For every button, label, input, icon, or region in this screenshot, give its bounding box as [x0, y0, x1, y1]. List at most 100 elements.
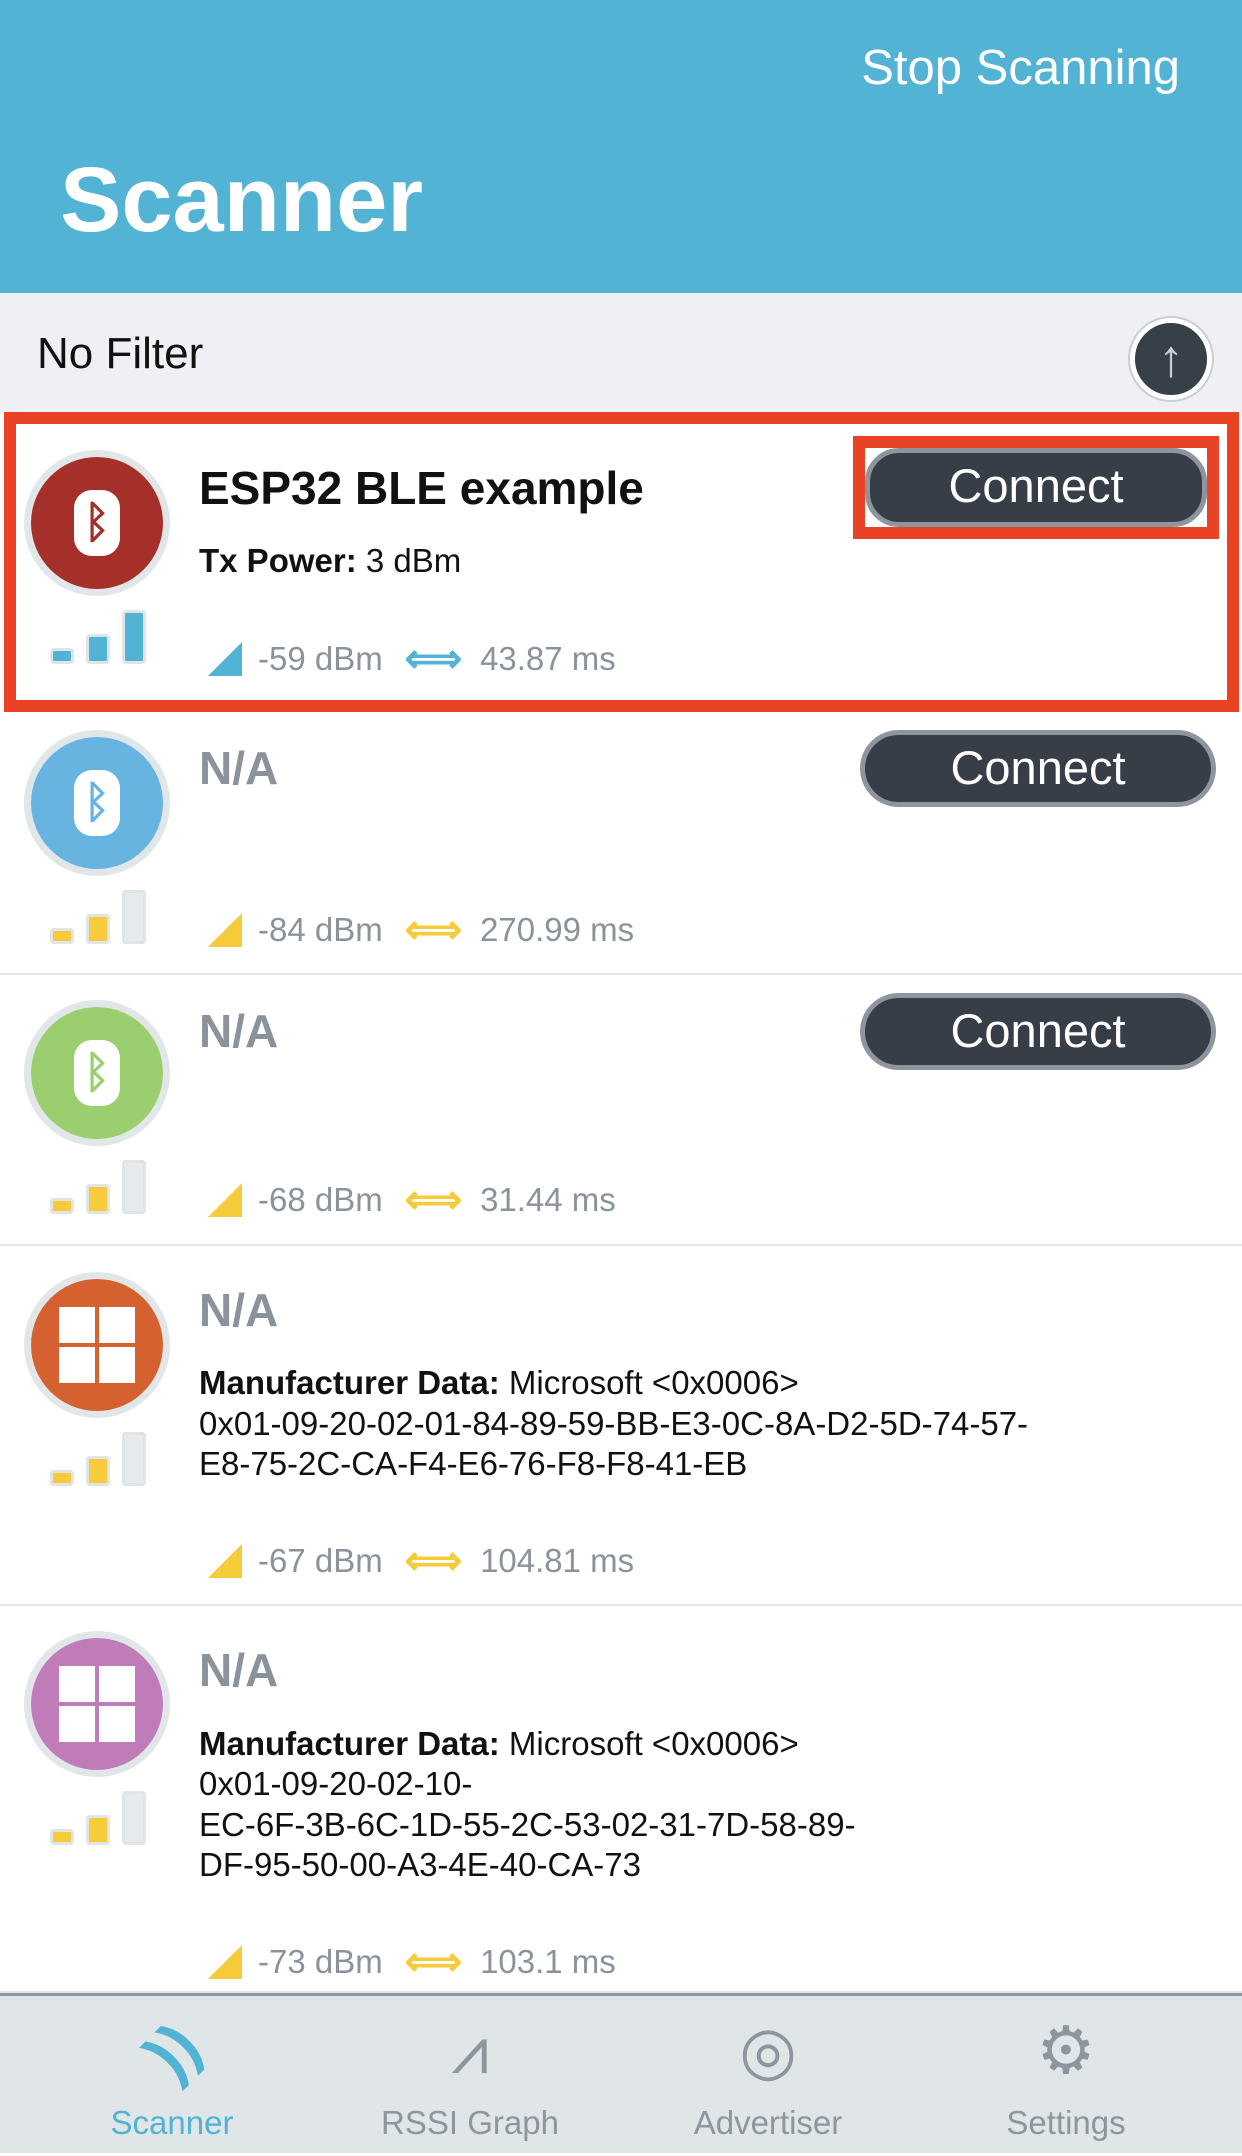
- signal-triangle-icon: [208, 1544, 242, 1578]
- manufacturer-name: Microsoft <0x0006>: [508, 1725, 799, 1762]
- rssi-value: -84 dBm: [258, 911, 383, 948]
- avatar-fill: ᛒ: [31, 737, 163, 869]
- broadcast-icon: ◎: [739, 2013, 797, 2087]
- device-avatar: ᛒ: [24, 450, 170, 596]
- signal-bar: [86, 1815, 110, 1845]
- signal-metrics: -68 dBm ⟺ 31.44 ms: [208, 1180, 616, 1220]
- signal-strength-bars: [50, 1791, 150, 1845]
- avatar-fill: ᛒ: [31, 457, 163, 589]
- signal-bar: [86, 1456, 110, 1486]
- signal-metrics: -73 dBm ⟺ 103.1 ms: [208, 1942, 616, 1982]
- signal-bar: [50, 1198, 74, 1214]
- gears-icon: ⚙: [1036, 2013, 1096, 2087]
- manufacturer-data-bytes: EC-6F-3B-6C-1D-55-2C-53-02-31-7D-58-89-: [199, 1806, 856, 1843]
- device-row[interactable]: ᛒ ESP32 BLE example Tx Power: 3 dBm Connect…: [4, 412, 1239, 712]
- signal-triangle-icon: [208, 1945, 242, 1979]
- windows-pane: [99, 1347, 135, 1383]
- signal-metrics: -84 dBm ⟺ 270.99 ms: [208, 910, 634, 950]
- windows-pane: [59, 1307, 95, 1343]
- signal-strength-bars: [50, 610, 150, 664]
- signal-bar: [50, 648, 74, 664]
- nav-header: Stop Scanning Scanner: [0, 0, 1242, 293]
- windows-pane: [59, 1666, 95, 1702]
- windows-pane: [99, 1666, 135, 1702]
- rssi-value: -68 dBm: [258, 1181, 383, 1218]
- manufacturer-data-bytes: 0x01-09-20-02-10-: [199, 1765, 473, 1802]
- connect-button[interactable]: Connect: [860, 730, 1216, 807]
- rssi-value: -73 dBm: [258, 1943, 383, 1980]
- tab-settings[interactable]: ⚙ Settings: [916, 1996, 1216, 2156]
- device-name: N/A: [199, 742, 279, 794]
- device-name: ESP32 BLE example: [199, 462, 644, 514]
- device-avatar: [24, 1631, 170, 1777]
- stop-scanning-button[interactable]: Stop Scanning: [861, 40, 1180, 96]
- windows-icon: [59, 1307, 135, 1383]
- manufacturer-data: Manufacturer Data: Microsoft <0x0006>: [199, 1724, 799, 1764]
- signal-bar: [86, 634, 110, 664]
- avatar-fill: ᛒ: [31, 1007, 163, 1139]
- interval-value: 31.44 ms: [480, 1181, 616, 1218]
- manufacturer-data-bytes: DF-95-50-00-A3-4E-40-CA-73: [199, 1846, 642, 1883]
- tx-power-label: Tx Power:: [199, 542, 357, 579]
- tab-rssi-graph[interactable]: ⩘ RSSI Graph: [320, 1996, 620, 2156]
- windows-icon: [59, 1666, 135, 1742]
- device-avatar: [24, 1272, 170, 1418]
- manufacturer-data-bytes: 0x01-09-20-02-01-84-89-59-BB-E3-0C-8A-D2…: [199, 1405, 1029, 1442]
- signal-bar: [50, 1470, 74, 1486]
- page-title: Scanner: [60, 149, 424, 251]
- interval-arrows-icon: ⟺: [404, 1178, 463, 1222]
- device-avatar: ᛒ: [24, 1000, 170, 1146]
- bluetooth-icon: ᛒ: [74, 490, 120, 556]
- signal-bar: [122, 1160, 146, 1214]
- windows-pane: [59, 1347, 95, 1383]
- device-row[interactable]: N/A Manufacturer Data: Microsoft <0x0006>…: [0, 1246, 1242, 1606]
- tx-power: Tx Power: 3 dBm: [199, 541, 461, 581]
- rssi-value: -59 dBm: [258, 640, 383, 677]
- signal-strength-bars: [50, 1432, 150, 1486]
- signal-triangle-icon: [208, 642, 242, 676]
- device-row[interactable]: N/A Manufacturer Data: Microsoft <0x0006>…: [0, 1606, 1242, 1993]
- device-name: N/A: [199, 1284, 279, 1336]
- interval-arrows-icon: ⟺: [404, 1539, 463, 1583]
- tab-bar: )) Scanner ⩘ RSSI Graph ◎ Advertiser ⚙ Settings: [0, 1993, 1242, 2153]
- device-avatar: ᛒ: [24, 730, 170, 876]
- manufacturer-data-bytes: E8-75-2C-CA-F4-E6-76-F8-F8-41-EB: [199, 1445, 748, 1482]
- signal-bar: [122, 610, 146, 664]
- tab-advertiser[interactable]: ◎ Advertiser: [618, 1996, 918, 2156]
- tx-power-value: 3 dBm: [365, 542, 462, 579]
- signal-bar: [50, 1829, 74, 1845]
- filter-bar[interactable]: No Filter: [0, 293, 1242, 412]
- connect-button[interactable]: Connect: [860, 993, 1216, 1070]
- manufacturer-data: Manufacturer Data: Microsoft <0x0006>: [199, 1363, 799, 1403]
- interval-value: 270.99 ms: [480, 911, 635, 948]
- windows-pane: [99, 1706, 135, 1742]
- signal-bar: [50, 928, 74, 944]
- signal-strength-bars: [50, 1160, 150, 1214]
- arrow-up-icon: ↑: [1158, 330, 1184, 388]
- avatar-fill: [31, 1638, 163, 1770]
- scroll-top-button[interactable]: ↑: [1130, 318, 1212, 400]
- windows-pane: [99, 1307, 135, 1343]
- device-row[interactable]: ᛒ N/A Connect -84 dBm ⟺ 270.99 ms: [0, 712, 1242, 975]
- connect-button[interactable]: Connect: [865, 448, 1207, 527]
- signal-triangle-icon: [208, 913, 242, 947]
- interval-value: 104.81 ms: [480, 1542, 635, 1579]
- signal-metrics: -59 dBm ⟺ 43.87 ms: [208, 639, 616, 679]
- filter-label: No Filter: [37, 329, 204, 378]
- connect-highlight: Connect: [853, 436, 1219, 539]
- tab-label: Scanner: [110, 2104, 234, 2141]
- windows-pane: [59, 1706, 95, 1742]
- signal-metrics: -67 dBm ⟺ 104.81 ms: [208, 1541, 634, 1581]
- interval-value: 103.1 ms: [480, 1943, 616, 1980]
- avatar-fill: [31, 1279, 163, 1411]
- interval-arrows-icon: ⟺: [404, 637, 463, 681]
- manufacturer-name: Microsoft <0x0006>: [508, 1364, 799, 1401]
- tab-label: RSSI Graph: [381, 2104, 559, 2141]
- graph-icon: ⩘: [451, 2013, 489, 2087]
- device-row[interactable]: ᛒ N/A Connect -68 dBm ⟺ 31.44 ms: [0, 975, 1242, 1246]
- tab-scanner[interactable]: )) Scanner: [22, 1996, 322, 2156]
- signal-bar: [122, 1791, 146, 1845]
- tab-label: Settings: [1006, 2104, 1126, 2141]
- tab-label: Advertiser: [693, 2104, 843, 2141]
- bluetooth-icon: ᛒ: [74, 770, 120, 836]
